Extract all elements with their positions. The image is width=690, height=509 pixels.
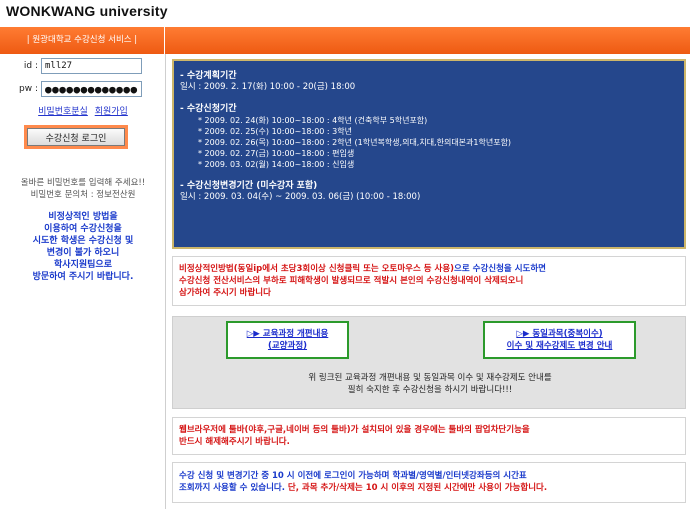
plan-date: 일시 : 2009. 2. 17(화) 10:00 - 20(금) 18:00 [180,82,356,92]
login-time-red: 단, 과목 추가/삭제는 10 시 이후의 지정된 시간에만 사용이 가능합니다… [287,483,548,493]
guide-links-box: ▷▶ 교육과정 개편내용 (교양과정) ▷▶ 동일과목(중복이수) 이수 및 재… [172,316,686,409]
registration-title: - 수강신청기간 [180,104,237,114]
warning-line: 비정상적인 방법을 [48,212,118,222]
guide-line: 필히 숙지한 후 수강신청을 하시기 바랍니다!!! [347,385,513,395]
guide-text: 위 링크된 교육과정 개편내용 및 동일과목 이수 및 재수강제도 안내를 필히… [173,372,687,396]
pw-label: pw : [19,84,38,94]
warning-line: 학사지원팀으로 [54,260,112,270]
main-content: - 수강계획기간 일시 : 2009. 2. 17(화) 10:00 - 20(… [166,54,690,509]
curriculum-link-line: (교양과정) [228,340,347,352]
curriculum-link-text: ▷▶ 교육과정 개편내용 [246,329,329,339]
password-contact: 비밀번호 문의처 : 정보전산원 [30,190,136,200]
curriculum-link-line: ▷▶ 교육과정 개편내용 [228,328,347,340]
change-title: - 수강신청변경기간 (미수강자 포함) [180,181,318,191]
left-panel: id : pw : 비밀번호분실 회원가입 수강신청 로그인 올바른 비밀번호를… [0,54,166,509]
login-button[interactable]: 수강신청 로그인 [27,128,125,146]
curriculum-change-link[interactable]: ▷▶ 교육과정 개편내용 (교양과정) [226,321,349,359]
site-logo: WONKWANG university [6,3,168,19]
abuse-notice-line: 삼가하여 주시기 바랍니다 [179,288,271,298]
warning-line: 이용하여 수강신청을 [44,224,122,234]
registration-item: * 2009. 02. 27(금) 10:00~18:00 : 편입생 [198,149,355,158]
abuse-notice-box: 비정상적인방법(동일ip에서 초당3회이상 신청클릭 또는 오토마우스 등 사용… [172,256,686,306]
login-button-frame: 수강신청 로그인 [24,125,128,149]
account-links: 비밀번호분실 회원가입 [0,104,166,117]
same-course-link[interactable]: ▷▶ 동일과목(중복이수) 이수 및 재수강제도 변경 안내 [483,321,636,359]
same-course-link-sub: 이수 및 재수강제도 변경 안내 [506,341,613,351]
warning-line: 시도한 학생은 수강신청 및 [32,236,134,246]
abuse-notice-red: 비정상적인방법(동일ip에서 초당3회이상 신청클릭 또는 오토마우스 등 사용… [179,264,455,274]
service-title: | 원광대학교 수강신청 서비스 | [0,27,165,54]
guide-line: 위 링크된 교육과정 개편내용 및 동일과목 이수 및 재수강제도 안내를 [308,373,552,383]
same-course-link-line: 이수 및 재수강제도 변경 안내 [485,340,634,352]
abuse-notice-blue: 으로 수강신청을 시도하면 [454,264,546,274]
schedule-box: - 수강계획기간 일시 : 2009. 2. 17(화) 10:00 - 20(… [172,59,686,249]
login-time-line: 조회까지 사용할 수 있습니다. 단, 과목 추가/삭제는 10 시 이후의 지… [179,482,679,494]
login-time-line: 수강 신청 및 변경기간 중 10 시 이전에 로그인이 가능하며 학과별/영역… [179,471,527,481]
top-bar: | 원광대학교 수강신청 서비스 | [0,27,690,54]
toolbar-notice-line: 웹브라우저에 툴바(야후,구글,네이버 등의 툴바)가 설치되어 있을 경우에는… [179,425,530,435]
abuse-notice-line: 수강신청 전산서비스의 부하로 피해학생이 발생되므로 적발시 본인의 수강신청… [179,276,524,286]
abuse-notice-line: 비정상적인방법(동일ip에서 초당3회이상 신청클릭 또는 오토마우스 등 사용… [179,263,679,275]
login-time-blue: 조회까지 사용할 수 있습니다. [179,483,288,493]
same-course-link-line: ▷▶ 동일과목(중복이수) [485,328,634,340]
warning-line: 방문하여 주시기 바랍니다. [32,272,134,282]
warning-line: 변경이 불가 하오니 [46,248,120,258]
password-input[interactable] [41,81,142,97]
registration-period: - 수강신청기간 * 2009. 02. 24(화) 10:00~18:00 :… [180,103,678,170]
curriculum-link-sub: (교양과정) [267,341,308,351]
change-period: - 수강신청변경기간 (미수강자 포함) 일시 : 2009. 03. 04(수… [180,180,678,203]
toolbar-notice-box: 웹브라우저에 툴바(야후,구글,네이버 등의 툴바)가 설치되어 있을 경우에는… [172,417,686,455]
plan-title: - 수강계획기간 [180,71,237,81]
registration-item: * 2009. 02. 25(수) 10:00~18:00 : 3학년 [198,127,352,136]
change-date: 일시 : 2009. 03. 04(수) ~ 2009. 03. 06(금) (… [180,192,421,202]
signup-link[interactable]: 회원가입 [95,107,128,117]
plan-period: - 수강계획기간 일시 : 2009. 2. 17(화) 10:00 - 20(… [180,70,678,93]
registration-item: * 2009. 03. 02(월) 14:00~18:00 : 신입생 [198,160,355,169]
id-input[interactable] [41,58,142,74]
password-notice: 올바른 비밀번호를 입력해 주세요!! [20,178,146,188]
lost-password-link[interactable]: 비밀번호분실 [38,107,88,117]
toolbar-notice-line: 반드시 해제해주시기 바랍니다. [179,437,290,447]
abuse-warning: 비정상적인 방법을 이용하여 수강신청을 시도한 학생은 수강신청 및 변경이 … [0,211,166,283]
registration-item: * 2009. 02. 26(목) 10:00~18:00 : 2학년 (1학년… [198,138,512,147]
same-course-link-text: ▷▶ 동일과목(중복이수) [516,329,603,339]
registration-item: * 2009. 02. 24(화) 10:00~18:00 : 4학년 (건축학… [198,116,428,125]
login-time-notice-box: 수강 신청 및 변경기간 중 10 시 이전에 로그인이 가능하며 학과별/영역… [172,462,686,503]
id-label: id : [23,61,38,71]
